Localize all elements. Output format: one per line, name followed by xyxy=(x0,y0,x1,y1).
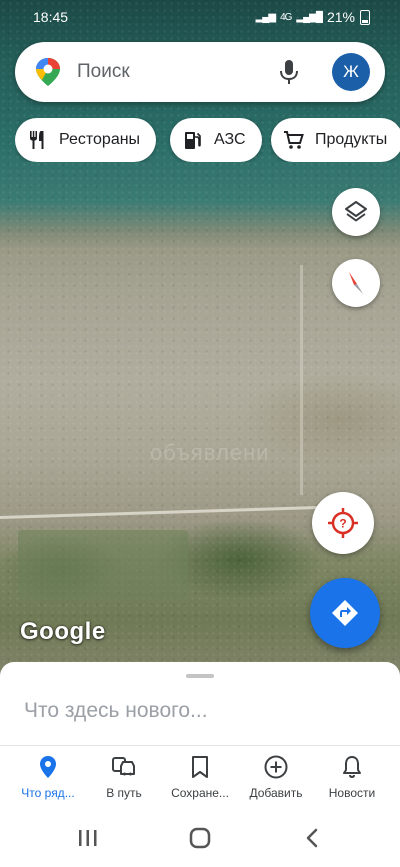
chip-groceries[interactable]: Продукты xyxy=(271,118,400,162)
system-navigation-bar xyxy=(0,811,400,867)
nav-contribute[interactable]: Добавить xyxy=(238,754,314,800)
sheet-title: Что здесь нового... xyxy=(24,699,208,722)
layers-icon xyxy=(345,201,367,222)
signal-bars-icon: ▂▄▆█ xyxy=(296,11,323,23)
battery-icon xyxy=(360,9,370,25)
chip-gas-stations[interactable]: АЗС xyxy=(170,118,262,162)
svg-text:?: ? xyxy=(339,517,346,531)
network-type: 4G xyxy=(280,11,292,23)
add-circle-icon xyxy=(264,755,288,779)
nav-label: В путь xyxy=(106,786,142,800)
watermark: объявлени xyxy=(150,440,270,465)
sheet-drag-handle[interactable] xyxy=(186,674,214,678)
chip-restaurants[interactable]: Рестораны xyxy=(15,118,157,162)
nav-saved[interactable]: Сохране... xyxy=(162,754,238,800)
nav-label: Что ряд... xyxy=(21,786,75,800)
recents-icon xyxy=(79,830,97,846)
explore-pin-icon xyxy=(40,756,56,778)
map-field xyxy=(18,530,188,600)
bookmark-icon xyxy=(192,756,208,778)
account-avatar[interactable]: Ж xyxy=(332,53,370,91)
category-chips: Рестораны АЗС Продукты xyxy=(15,118,400,162)
chip-label: АЗС xyxy=(214,131,246,148)
microphone-icon[interactable] xyxy=(277,58,301,86)
nav-label: Сохране... xyxy=(171,786,229,800)
nav-explore[interactable]: Что ряд... xyxy=(10,754,86,800)
compass-button[interactable] xyxy=(332,259,380,307)
back-icon xyxy=(306,828,318,848)
signal-icon: ▂▄▆ xyxy=(255,11,276,23)
map-track xyxy=(300,265,303,495)
nav-label: Новости xyxy=(328,786,376,800)
bell-icon xyxy=(343,756,361,779)
bottom-navigation: Что ряд... В путь Сохране... Добавить Но… xyxy=(0,745,400,811)
chip-label: Рестораны xyxy=(59,131,141,148)
home-button[interactable] xyxy=(185,825,215,851)
gas-station-icon xyxy=(185,132,201,149)
location-unknown-icon: ? xyxy=(328,508,358,538)
battery-percent: 21% xyxy=(326,9,355,25)
bottom-sheet[interactable]: Что здесь нового... xyxy=(0,662,400,747)
status-bar: 18:45 ▂▄▆ 4G ▂▄▆█ 21% xyxy=(0,0,400,34)
status-time: 18:45 xyxy=(33,9,69,25)
home-icon xyxy=(189,827,211,849)
google-logo: Google xyxy=(20,618,106,645)
nav-commute[interactable]: В путь xyxy=(86,754,162,800)
restaurant-icon xyxy=(30,131,44,149)
nav-updates[interactable]: Новости xyxy=(314,754,390,800)
search-bar[interactable]: Поиск Ж xyxy=(15,42,385,102)
layers-button[interactable] xyxy=(332,188,380,236)
directions-icon xyxy=(332,600,358,626)
back-button[interactable] xyxy=(297,825,327,851)
maps-logo-icon xyxy=(36,58,60,86)
shopping-cart-icon xyxy=(284,131,304,149)
status-icons: ▂▄▆ 4G ▂▄▆█ 21% xyxy=(256,9,370,25)
search-input[interactable]: Поиск xyxy=(77,61,130,83)
directions-button[interactable] xyxy=(310,578,380,648)
nav-label: Добавить xyxy=(249,786,303,800)
compass-icon xyxy=(349,272,363,294)
recents-button[interactable] xyxy=(73,825,103,851)
my-location-button[interactable]: ? xyxy=(312,492,374,554)
commute-car-icon xyxy=(112,757,135,776)
chip-label: Продукты xyxy=(315,131,388,148)
